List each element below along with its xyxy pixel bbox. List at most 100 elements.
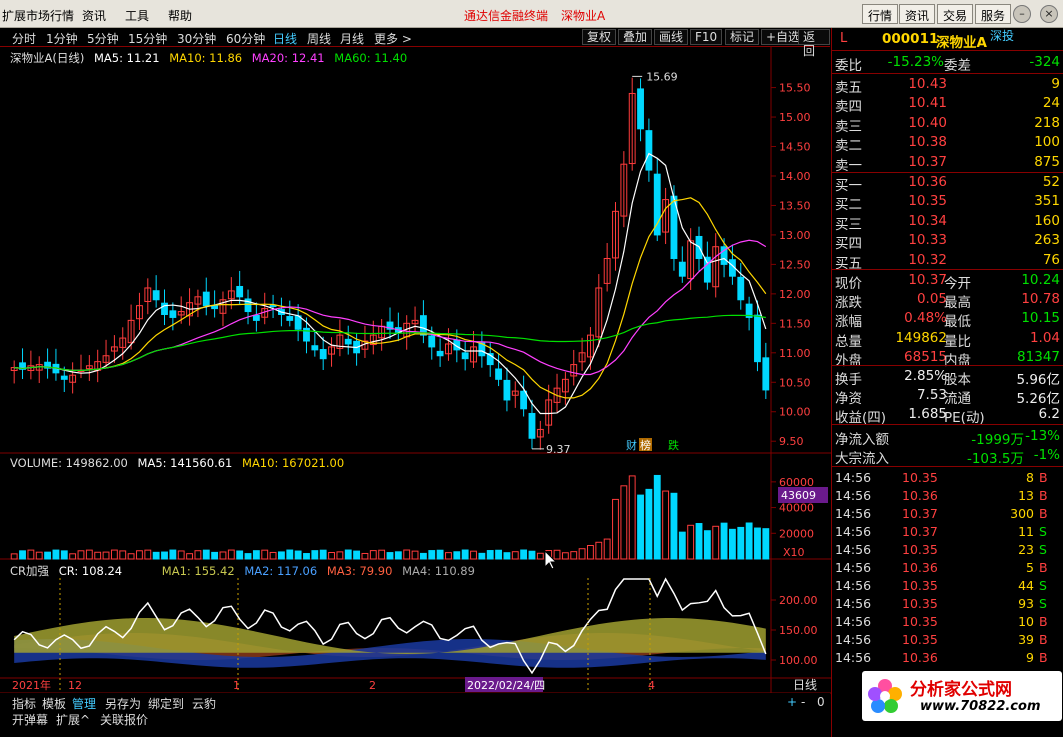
ask-row[interactable]: 卖五 10.43 9 [832, 75, 1063, 96]
candle-down [161, 302, 168, 315]
tick-volume: 11 [1018, 524, 1034, 539]
volume-bar-down [394, 551, 402, 560]
tick-volume: 93 [1018, 596, 1034, 611]
volume-bar-down [720, 522, 728, 560]
price-tick-label: 14.50 [779, 141, 811, 154]
candle-down [319, 349, 327, 360]
stat-row: 净资 7.53 流通 5.26亿 [832, 386, 1063, 407]
tab-cloud[interactable]: 云豹 [192, 695, 216, 712]
menu-news[interactable]: 资讯 [82, 7, 106, 24]
service-button[interactable]: 服务 [975, 4, 1012, 24]
ask-label: 卖四 [835, 99, 862, 116]
menu-extended-market[interactable]: 扩展市场行情 [2, 7, 74, 24]
volume-bar-down [762, 528, 770, 560]
volume-bar-up [578, 548, 586, 560]
stat-value: 149862 [895, 329, 947, 346]
tab-manage[interactable]: 管理 [72, 695, 96, 712]
volume-bar-up [603, 538, 611, 560]
volume-bar-down [169, 549, 177, 560]
tick-time: 14:56 [835, 614, 872, 629]
tab-indicator[interactable]: 指标 [12, 695, 36, 712]
candle-down [762, 357, 770, 391]
volume-bar-up [219, 551, 227, 560]
volume-bar-down [703, 530, 711, 560]
menu-help[interactable]: 帮助 [168, 7, 192, 24]
volume-bar-down [44, 551, 52, 560]
volume-bar-down [737, 526, 745, 560]
legend-vol-ma10: MA10: 167021.00 [242, 456, 345, 470]
tick-volume: 13 [1018, 488, 1034, 503]
zoom-plus-icon[interactable]: + [787, 695, 797, 709]
x-axis-label: 1 [233, 679, 240, 692]
tick-time: 14:56 [835, 470, 872, 485]
news-button[interactable]: 资讯 [899, 4, 936, 24]
bid-row[interactable]: 买五 10.32 76 [832, 251, 1063, 272]
close-icon[interactable]: × [1040, 5, 1058, 23]
volume-bar-down [520, 549, 528, 560]
tab-related-quote[interactable]: 关联报价 [100, 711, 148, 728]
bid-row[interactable]: 买一 10.36 52 [832, 173, 1063, 194]
ask-volume: 9 [1051, 76, 1060, 92]
tick-time: 14:56 [835, 650, 872, 665]
quote-button[interactable]: 行情 [862, 4, 899, 24]
menu-tools[interactable]: 工具 [125, 7, 149, 24]
trade-button[interactable]: 交易 [937, 4, 974, 24]
tick-side: S [1039, 578, 1047, 593]
tab-bind-to[interactable]: 绑定到 [148, 695, 184, 712]
legend-ma10: MA10: 11.86 [169, 51, 243, 65]
bid-volume: 351 [1034, 193, 1060, 210]
ask-row[interactable]: 卖四 10.41 24 [832, 94, 1063, 116]
bid-row[interactable]: 买四 10.33 263 [832, 231, 1063, 252]
price-tick-label: 13.50 [779, 199, 811, 212]
bid-row[interactable]: 买三 10.34 160 [832, 212, 1063, 233]
tick-row: 14:56 10.37 300 B [832, 505, 1063, 523]
ask-row[interactable]: 卖二 10.38 100 [832, 133, 1063, 155]
tab-save-as[interactable]: 另存为 [105, 695, 141, 712]
cr-tick-label: 200.00 [779, 594, 818, 607]
tick-price: 10.37 [902, 524, 938, 539]
ask-label: 卖一 [835, 157, 862, 174]
volume-bar-up [144, 549, 152, 560]
stat-row: 涨幅 0.48% 最低 10.15 [832, 309, 1063, 330]
zoom-reset-icon[interactable]: 0 [817, 695, 825, 709]
tick-side: B [1039, 470, 1048, 485]
candle-down [520, 390, 528, 410]
ask-price: 10.41 [908, 95, 947, 112]
kline-chart[interactable]: 15.50 15.00 14.50 14.00 13.50 13.00 12.50 12.00… [0, 28, 831, 737]
stat-label-2: 股本 [944, 372, 971, 388]
tick-price: 10.35 [902, 614, 938, 629]
volume-bar-up [136, 550, 143, 560]
ask-row[interactable]: 卖三 10.40 218 [832, 114, 1063, 135]
volume-bar-up [69, 553, 77, 560]
cr-tick-label: 150.00 [779, 624, 818, 637]
tab-danmaku[interactable]: 开弹幕 [12, 711, 48, 728]
bid-row[interactable]: 买二 10.35 351 [832, 192, 1063, 213]
tick-volume: 23 [1018, 542, 1034, 557]
tick-side: S [1039, 596, 1047, 611]
rank-tag: 榜 [640, 438, 651, 452]
candle-down [495, 368, 502, 380]
volume-bar-up [336, 551, 344, 560]
tick-side: B [1039, 506, 1048, 521]
volume-bar-down [637, 494, 644, 560]
tab-extend[interactable]: 扩展^ [56, 711, 90, 728]
volume-bar-up [328, 552, 335, 560]
stat-value-2: 81347 [1017, 348, 1060, 365]
legend-cr-ma1: MA1: 155.42 [161, 564, 235, 578]
volume-bar-down [303, 553, 310, 560]
legend-cr-ma2: MA2: 117.06 [244, 564, 318, 578]
menu-bar: 扩展市场行情 资讯 工具 帮助 通达信金融终端 深物业A 行情 资讯 交易 服务… [0, 0, 1063, 28]
stat-value: 7.53 [916, 387, 947, 404]
x-axis-label: 2 [369, 679, 376, 692]
ask-label: 卖二 [835, 138, 862, 155]
ma10-line [14, 197, 767, 399]
minimize-icon[interactable]: – [1013, 5, 1031, 23]
volume-bar-up [620, 485, 628, 560]
tab-template[interactable]: 模板 [42, 695, 66, 712]
candle-down [754, 314, 761, 363]
zoom-minus-icon[interactable]: - [801, 695, 805, 709]
candle-down [737, 276, 745, 301]
ask-row[interactable]: 卖一 10.37 875 [832, 153, 1063, 174]
stat-row: 总量 149862 量比 1.04 [832, 329, 1063, 350]
volume-bar-down [311, 550, 319, 560]
